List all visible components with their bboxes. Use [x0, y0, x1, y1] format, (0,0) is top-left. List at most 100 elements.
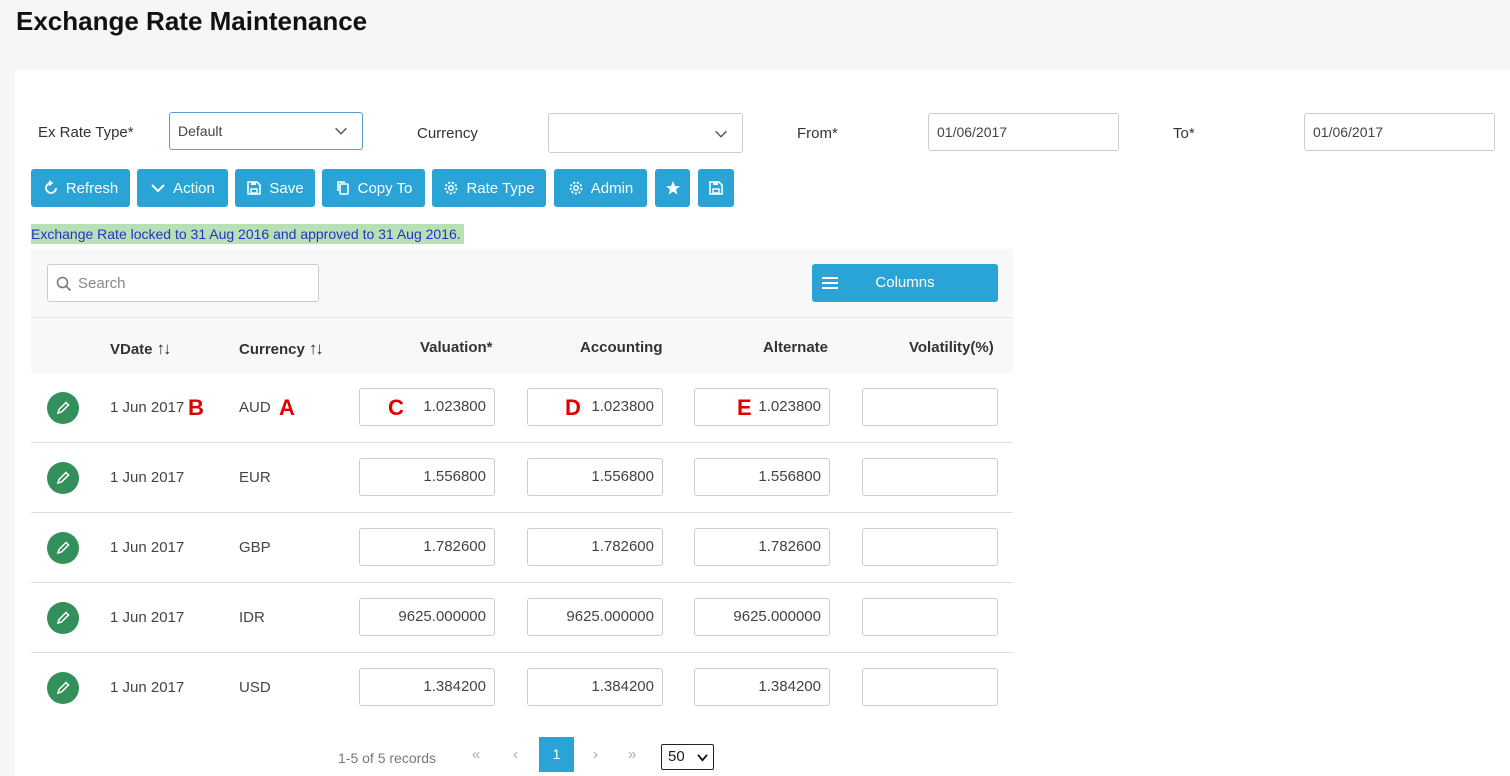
edit-row-button[interactable] — [47, 462, 79, 494]
first-page-button[interactable]: « — [472, 746, 480, 763]
table-row: 1 Jun 2017 GBP 1.782600 1.782600 1.78260… — [31, 513, 1013, 583]
refresh-label: Refresh — [65, 179, 119, 197]
alternate-input[interactable]: 9625.000000 — [694, 598, 830, 636]
search-box[interactable] — [47, 264, 319, 302]
chevron-down-icon — [697, 754, 708, 762]
valuation-input[interactable]: 1.556800 — [359, 458, 495, 496]
page-title: Exchange Rate Maintenance — [16, 6, 368, 36]
copy-to-label: Copy To — [357, 179, 413, 197]
valuation-input[interactable]: 1.782600 — [359, 528, 495, 566]
currency-cell: AUD — [239, 399, 271, 416]
edit-row-button[interactable] — [47, 672, 79, 704]
last-page-button[interactable]: » — [628, 746, 636, 763]
save-button[interactable]: Save — [235, 169, 315, 207]
save-layout-button[interactable] — [698, 169, 734, 207]
records-summary: 1-5 of 5 records — [338, 750, 437, 766]
sort-icon: ↑↓ — [308, 339, 324, 358]
header-valuation: Valuation* — [420, 339, 493, 356]
header-volatility: Volatility(%) — [909, 339, 994, 356]
next-page-button[interactable]: › — [593, 746, 598, 763]
search-input[interactable] — [78, 273, 308, 293]
pencil-icon — [56, 611, 70, 625]
header-currency[interactable]: Currency ↑↓ — [239, 339, 324, 359]
edit-row-button[interactable] — [47, 602, 79, 634]
table-row: 1 Jun 2017 B AUD A 1.023800 C 1.023800 D… — [31, 373, 1013, 443]
accounting-input[interactable]: 1.384200 — [527, 668, 663, 706]
search-icon — [56, 276, 72, 292]
volatility-input[interactable] — [862, 668, 998, 706]
copy-to-button[interactable]: Copy To — [322, 169, 425, 207]
rate-type-select[interactable]: Default — [169, 112, 363, 150]
volatility-input[interactable] — [862, 528, 998, 566]
volatility-input[interactable] — [862, 458, 998, 496]
pencil-icon — [56, 681, 70, 695]
admin-button[interactable]: Admin — [554, 169, 647, 207]
action-button[interactable]: Action — [137, 169, 228, 207]
currency-label: Currency — [417, 125, 478, 142]
currency-cell: USD — [239, 679, 271, 696]
lock-status-message: Exchange Rate locked to 31 Aug 2016 and … — [31, 224, 464, 244]
alternate-input[interactable]: 1.782600 — [694, 528, 830, 566]
save-label: Save — [269, 179, 304, 197]
vdate-cell: 1 Jun 2017 — [110, 399, 185, 416]
vdate-cell: 1 Jun 2017 — [110, 469, 185, 486]
accounting-input[interactable]: 1.556800 — [527, 458, 663, 496]
pagination: 1-5 of 5 records « ‹ 1 › » 50 — [31, 722, 1013, 776]
from-date-input[interactable]: 01/06/2017 — [928, 113, 1119, 151]
alternate-input[interactable]: 1.023800 — [694, 388, 830, 426]
currency-select[interactable] — [548, 113, 743, 153]
pencil-icon — [56, 541, 70, 555]
header-accounting: Accounting — [580, 339, 663, 356]
volatility-input[interactable] — [862, 388, 998, 426]
valuation-input[interactable]: 1.023800 — [359, 388, 495, 426]
accounting-input[interactable]: 9625.000000 — [527, 598, 663, 636]
currency-cell: GBP — [239, 539, 271, 556]
rate-type-button[interactable]: Rate Type — [432, 169, 546, 207]
header-vdate[interactable]: VDate ↑↓ — [110, 339, 172, 359]
alternate-input[interactable]: 1.384200 — [694, 668, 830, 706]
chevron-down-icon — [151, 184, 165, 193]
action-label: Action — [173, 179, 215, 197]
alternate-input[interactable]: 1.556800 — [694, 458, 830, 496]
vdate-cell: 1 Jun 2017 — [110, 539, 185, 556]
columns-button[interactable]: Columns — [812, 264, 998, 302]
accounting-input[interactable]: 1.782600 — [527, 528, 663, 566]
save-icon — [709, 181, 723, 195]
to-label: To* — [1173, 125, 1195, 142]
valuation-input[interactable]: 9625.000000 — [359, 598, 495, 636]
header-alternate: Alternate — [763, 339, 829, 356]
exchange-rate-grid: Columns VDate↑↓ Currency↑↓ Valuation* Ac… — [31, 249, 1013, 776]
volatility-input[interactable] — [862, 598, 998, 636]
gear-icon — [445, 181, 458, 195]
to-date-input[interactable]: 01/06/2017 — [1304, 113, 1495, 151]
page-size-select[interactable]: 50 — [661, 744, 714, 770]
rate-type-label: Ex Rate Type* — [38, 124, 134, 141]
annotation-d: D — [565, 395, 581, 420]
star-icon — [665, 181, 680, 195]
table-row: 1 Jun 2017 EUR 1.556800 1.556800 1.55680… — [31, 443, 1013, 513]
table-row: 1 Jun 2017 IDR 9625.000000 9625.000000 9… — [31, 583, 1013, 653]
from-label: From* — [797, 125, 838, 142]
sort-icon: ↑↓ — [156, 339, 172, 358]
page-size-value: 50 — [668, 748, 685, 765]
prev-page-button[interactable]: ‹ — [513, 746, 518, 763]
accounting-input[interactable]: 1.023800 — [527, 388, 663, 426]
vdate-cell: 1 Jun 2017 — [110, 679, 185, 696]
annotation-c: C — [388, 395, 404, 420]
chevron-down-icon — [715, 130, 727, 138]
refresh-button[interactable]: Refresh — [31, 169, 130, 207]
annotation-b: B — [188, 395, 204, 420]
vdate-cell: 1 Jun 2017 — [110, 609, 185, 626]
favorite-button[interactable] — [655, 169, 690, 207]
edit-row-button[interactable] — [47, 532, 79, 564]
save-icon — [247, 181, 262, 195]
pencil-icon — [56, 401, 70, 415]
page-1-button[interactable]: 1 — [539, 737, 574, 772]
valuation-input[interactable]: 1.384200 — [359, 668, 495, 706]
edit-row-button[interactable] — [47, 392, 79, 424]
currency-cell: IDR — [239, 609, 265, 626]
table-row: 1 Jun 2017 USD 1.384200 1.384200 1.38420… — [31, 653, 1013, 723]
admin-label: Admin — [590, 179, 634, 197]
currency-cell: EUR — [239, 469, 271, 486]
annotation-e: E — [737, 395, 752, 420]
